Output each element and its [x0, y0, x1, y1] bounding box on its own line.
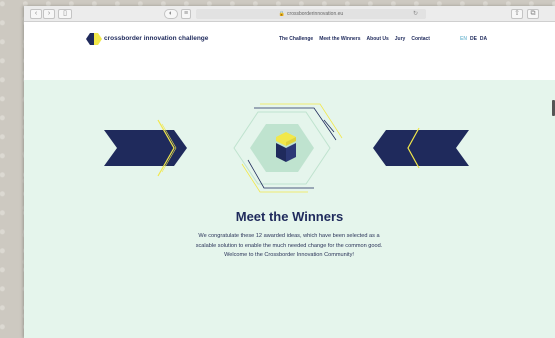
browser-toolbar: ‹ › ▯ ◐ ≡ 🔒 crossborderinnovation.eu ↻ ⇧ … [24, 6, 555, 22]
site-header: crossborder innovation challenge The Cha… [24, 22, 555, 80]
back-icon[interactable]: ‹ [30, 9, 42, 19]
right-chevron-shape [373, 130, 469, 166]
nav-jury[interactable]: Jury [395, 36, 406, 42]
nav-meet-the-winners[interactable]: Meet the Winners [319, 36, 360, 42]
sidebar-icon[interactable]: ▯ [58, 9, 72, 19]
main-nav: The Challenge Meet the Winners About Us … [279, 36, 430, 42]
logo-text[interactable]: crossborder innovation challenge [104, 35, 208, 42]
lang-da[interactable]: DA [480, 36, 487, 42]
hero-description: We congratulate these 12 awarded ideas, … [195, 233, 383, 258]
hero-title: Meet the Winners [235, 209, 344, 224]
share-icon[interactable]: ⇧ [511, 9, 523, 19]
lang-en[interactable]: EN [460, 36, 467, 42]
lang-de[interactable]: DE [470, 36, 477, 42]
forward-icon[interactable]: › [43, 9, 55, 19]
language-switcher: EN DE DA [460, 36, 487, 42]
reload-icon[interactable]: ↻ [413, 9, 418, 19]
logo-icon[interactable] [86, 33, 102, 45]
browser-window: ‹ › ▯ ◐ ≡ 🔒 crossborderinnovation.eu ↻ ⇧ … [24, 6, 555, 338]
nav-contact[interactable]: Contact [411, 36, 430, 42]
nav-about-us[interactable]: About Us [367, 36, 389, 42]
address-url: crossborderinnovation.eu [287, 11, 344, 17]
privacy-icon[interactable]: ◐ [164, 9, 178, 19]
hero-illustration [104, 103, 469, 193]
nav-the-challenge[interactable]: The Challenge [279, 36, 313, 42]
tabs-icon[interactable]: ⧉ [527, 9, 539, 19]
reader-icon[interactable]: ≡ [181, 9, 191, 19]
hero-section: Meet the Winners We congratulate these 1… [24, 80, 555, 338]
lock-icon: 🔒 [278, 11, 286, 17]
address-bar[interactable]: 🔒 crossborderinnovation.eu ↻ [196, 9, 426, 19]
